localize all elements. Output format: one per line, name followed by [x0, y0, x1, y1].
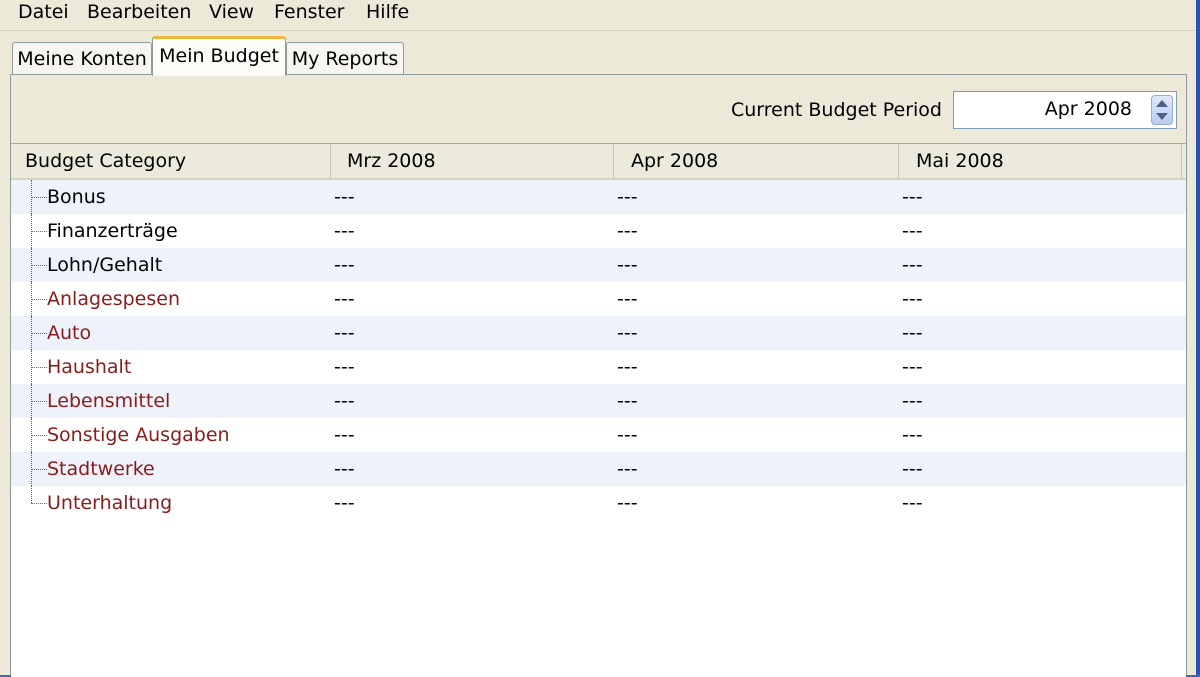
table-body: Bonus --- --- --- Finanzerträge --- --- --- Lohn… [11, 180, 1186, 520]
table-row[interactable]: Lebensmittel --- --- --- [11, 384, 1186, 418]
budget-value-cell[interactable]: --- [617, 282, 638, 316]
tree-connector-horizontal [31, 197, 47, 198]
budget-value-cell[interactable]: --- [902, 180, 923, 214]
tree-connector-horizontal [31, 231, 47, 232]
budget-value-cell[interactable]: --- [902, 452, 923, 486]
table-header: Budget Category Mrz 2008 Apr 2008 Mai 20… [11, 144, 1186, 180]
tree-connector-horizontal [31, 435, 47, 436]
menu-datei[interactable]: Datei [16, 0, 71, 26]
budget-value-cell[interactable]: --- [902, 384, 923, 418]
budget-table: Budget Category Mrz 2008 Apr 2008 Mai 20… [11, 143, 1186, 677]
budget-value-cell[interactable]: --- [902, 350, 923, 384]
tree-connector-horizontal [31, 299, 47, 300]
budget-value-cell[interactable]: --- [902, 418, 923, 452]
category-label: Haushalt [47, 356, 132, 378]
table-row[interactable]: Stadtwerke --- --- --- [11, 452, 1186, 486]
category-label: Auto [47, 322, 92, 344]
budget-value-cell[interactable]: --- [334, 486, 355, 520]
table-row[interactable]: Sonstige Ausgaben --- --- --- [11, 418, 1186, 452]
column-header-category[interactable]: Budget Category [11, 144, 331, 178]
spinner-up-icon[interactable] [1156, 100, 1168, 107]
budget-value-cell[interactable]: --- [334, 452, 355, 486]
tab-mein-budget[interactable]: Mein Budget [152, 36, 286, 76]
table-row[interactable]: Anlagespesen --- --- --- [11, 282, 1186, 316]
budget-value-cell[interactable]: --- [617, 350, 638, 384]
budget-value-cell[interactable]: --- [617, 180, 638, 214]
budget-value-cell[interactable]: --- [334, 418, 355, 452]
category-label: Lebensmittel [47, 390, 171, 412]
budget-value-cell[interactable]: --- [334, 316, 355, 350]
spinner-down-icon[interactable] [1156, 113, 1168, 120]
column-header-apr[interactable]: Apr 2008 [614, 144, 899, 178]
table-row[interactable]: Auto --- --- --- [11, 316, 1186, 350]
budget-value-cell[interactable]: --- [334, 180, 355, 214]
budget-period-spinner[interactable]: Apr 2008 [953, 91, 1177, 129]
tab-meine-konten[interactable]: Meine Konten [12, 42, 152, 74]
category-label: Unterhaltung [47, 492, 173, 514]
category-label: Finanzerträge [47, 220, 178, 242]
menu-bar: Datei Bearbeiten View Fenster Hilfe [0, 0, 1196, 31]
tree-connector-horizontal [31, 367, 47, 368]
budget-value-cell[interactable]: --- [334, 248, 355, 282]
category-label: Sonstige Ausgaben [47, 424, 230, 446]
table-row[interactable]: Lohn/Gehalt --- --- --- [11, 248, 1186, 282]
menu-fenster[interactable]: Fenster [272, 0, 346, 26]
budget-period-value: Apr 2008 [1044, 98, 1132, 120]
category-label: Lohn/Gehalt [47, 254, 163, 276]
budget-value-cell[interactable]: --- [617, 214, 638, 248]
budget-value-cell[interactable]: --- [334, 384, 355, 418]
budget-value-cell[interactable]: --- [617, 384, 638, 418]
tab-my-reports[interactable]: My Reports [286, 42, 404, 74]
table-row[interactable]: Bonus --- --- --- [11, 180, 1186, 214]
tree-connector-horizontal [31, 469, 47, 470]
tree-connector-vertical [31, 486, 32, 503]
budget-value-cell[interactable]: --- [617, 316, 638, 350]
menu-bearbeiten[interactable]: Bearbeiten [85, 0, 193, 26]
budget-value-cell[interactable]: --- [334, 282, 355, 316]
tree-connector-horizontal [31, 401, 47, 402]
menu-view[interactable]: View [207, 0, 256, 26]
tree-connector-horizontal [31, 503, 47, 504]
budget-value-cell[interactable]: --- [334, 214, 355, 248]
budget-value-cell[interactable]: --- [902, 316, 923, 350]
category-label: Anlagespesen [47, 288, 180, 310]
budget-value-cell[interactable]: --- [617, 486, 638, 520]
budget-value-cell[interactable]: --- [902, 282, 923, 316]
category-label: Stadtwerke [47, 458, 155, 480]
budget-value-cell[interactable]: --- [617, 452, 638, 486]
budget-value-cell[interactable]: --- [617, 418, 638, 452]
app-window: Datei Bearbeiten View Fenster Hilfe Mein… [0, 0, 1200, 677]
spinner-buttons[interactable] [1151, 95, 1173, 125]
budget-panel: Current Budget Period Apr 2008 Budget Ca… [10, 74, 1187, 677]
budget-value-cell[interactable]: --- [617, 248, 638, 282]
table-row[interactable]: Unterhaltung --- --- --- [11, 486, 1186, 520]
budget-value-cell[interactable]: --- [902, 486, 923, 520]
table-row[interactable]: Finanzerträge --- --- --- [11, 214, 1186, 248]
budget-value-cell[interactable]: --- [902, 214, 923, 248]
column-header-mai[interactable]: Mai 2008 [899, 144, 1182, 178]
column-header-mrz[interactable]: Mrz 2008 [331, 144, 614, 178]
category-label: Bonus [47, 186, 106, 208]
tab-bar: Meine Konten Mein Budget My Reports [0, 32, 1196, 76]
tree-connector-horizontal [31, 333, 47, 334]
budget-value-cell[interactable]: --- [902, 248, 923, 282]
menu-hilfe[interactable]: Hilfe [364, 0, 411, 26]
table-row[interactable]: Haushalt --- --- --- [11, 350, 1186, 384]
budget-period-label: Current Budget Period [730, 99, 942, 121]
budget-value-cell[interactable]: --- [334, 350, 355, 384]
tree-connector-horizontal [31, 265, 47, 266]
